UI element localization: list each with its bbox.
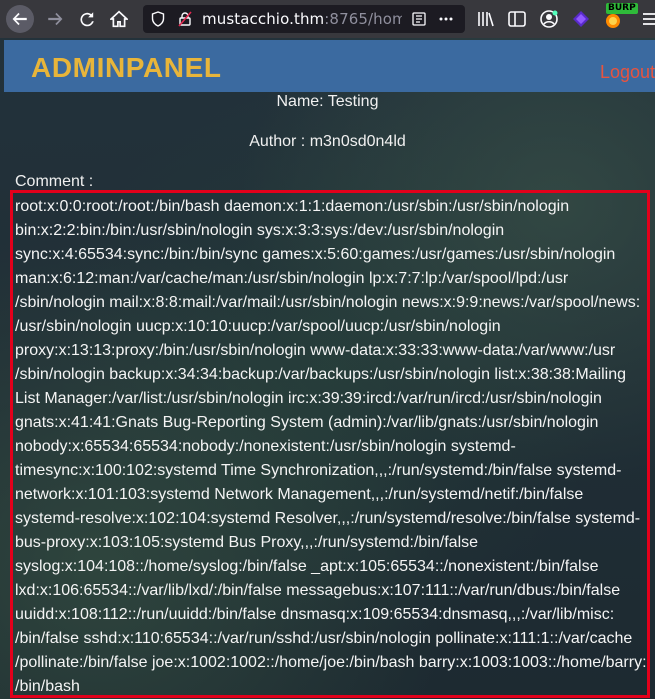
browser-toolbar: mustacchio.thm:8765/home. BURP (0, 0, 655, 38)
comment-line: /bin/bash (15, 678, 80, 695)
comment-line: /pollinate:/bin/false joe:x:1002:1002::/… (15, 654, 647, 671)
page-content: ADMINPANEL Logout Name: Testing Author :… (0, 38, 655, 699)
account-icon[interactable] (539, 9, 559, 29)
reload-icon[interactable] (73, 5, 101, 33)
comment-line: proxy:x:13:13:proxy:/bin:/usr/sbin/nolog… (15, 342, 616, 359)
comment-line: syslog:x:104:108::/home/syslog:/bin/fals… (15, 558, 599, 575)
library-icon[interactable] (476, 9, 496, 29)
comment-line: lxd:x:106:65534::/var/lib/lxd/:/bin/fals… (15, 582, 621, 599)
burp-badge: BURP (606, 3, 638, 14)
comment-line: /usr/sbin/nologin uucp:x:10:10:uucp:/var… (15, 318, 501, 335)
home-icon[interactable] (105, 5, 133, 33)
address-bar[interactable]: mustacchio.thm:8765/home. (143, 5, 465, 33)
comment-text: root:x:0:0:root:/root:/bin/bash daemon:x… (15, 195, 651, 699)
comment-line: uuidd:x:108:112::/run/uuidd:/bin/false d… (15, 606, 615, 623)
shield-icon[interactable] (150, 11, 166, 27)
reader-view-icon[interactable] (411, 11, 427, 27)
forward-arrow-icon[interactable] (41, 5, 69, 33)
admin-navbar: ADMINPANEL Logout (4, 40, 655, 92)
sidebar-icon[interactable] (507, 9, 527, 29)
comment-line: sync:x:4:65534:sync:/bin:/bin/sync games… (15, 246, 616, 263)
insecure-lock-icon[interactable] (177, 11, 193, 27)
page-actions-icon[interactable] (438, 11, 454, 27)
menu-icon[interactable] (641, 9, 655, 29)
post-author: Author : m3n0sd0n4ld (249, 133, 406, 150)
brand-title: ADMINPANEL (31, 52, 222, 83)
comment-line: /bin/false sshd:x:110:65534::/var/run/ss… (15, 630, 633, 647)
comment-line: List Manager:/var/list:/usr/sbin/nologin… (15, 390, 602, 407)
comment-line: network:x:101:103:systemd Network Manage… (15, 486, 584, 503)
comment-line: man:x:6:12:man:/var/cache/man:/usr/sbin/… (15, 270, 569, 287)
extension-diamond-icon[interactable] (571, 9, 591, 29)
comment-line: bus-proxy:x:103:105:systemd Bus Proxy,,,… (15, 534, 479, 551)
comment-line: /sbin/nologin backup:x:34:34:backup:/var… (15, 366, 627, 383)
comment-label: Comment : (15, 173, 94, 190)
back-arrow-icon[interactable] (6, 5, 34, 33)
comment-line: nobody:x:65534:65534:nobody:/nonexistent… (15, 438, 516, 455)
comment-line: bin:x:2:2:bin:/bin:/usr/sbin/nologin sys… (15, 222, 505, 239)
post-name: Name: Testing (276, 93, 379, 110)
comment-line: root:x:0:0:root:/root:/bin/bash daemon:x… (15, 198, 570, 215)
comment-line: systemd-resolve:x:102:104:systemd Resolv… (15, 510, 641, 527)
logout-link[interactable]: Logout (600, 62, 655, 83)
url-text[interactable]: mustacchio.thm:8765/home. (202, 10, 402, 28)
comment-line: /sbin/nologin mail:x:8:8:mail:/var/mail:… (15, 294, 641, 311)
comment-line: timesync:x:100:102:systemd Time Synchron… (15, 462, 622, 479)
comment-line: gnats:x:41:41:Gnats Bug-Reporting System… (15, 414, 599, 431)
